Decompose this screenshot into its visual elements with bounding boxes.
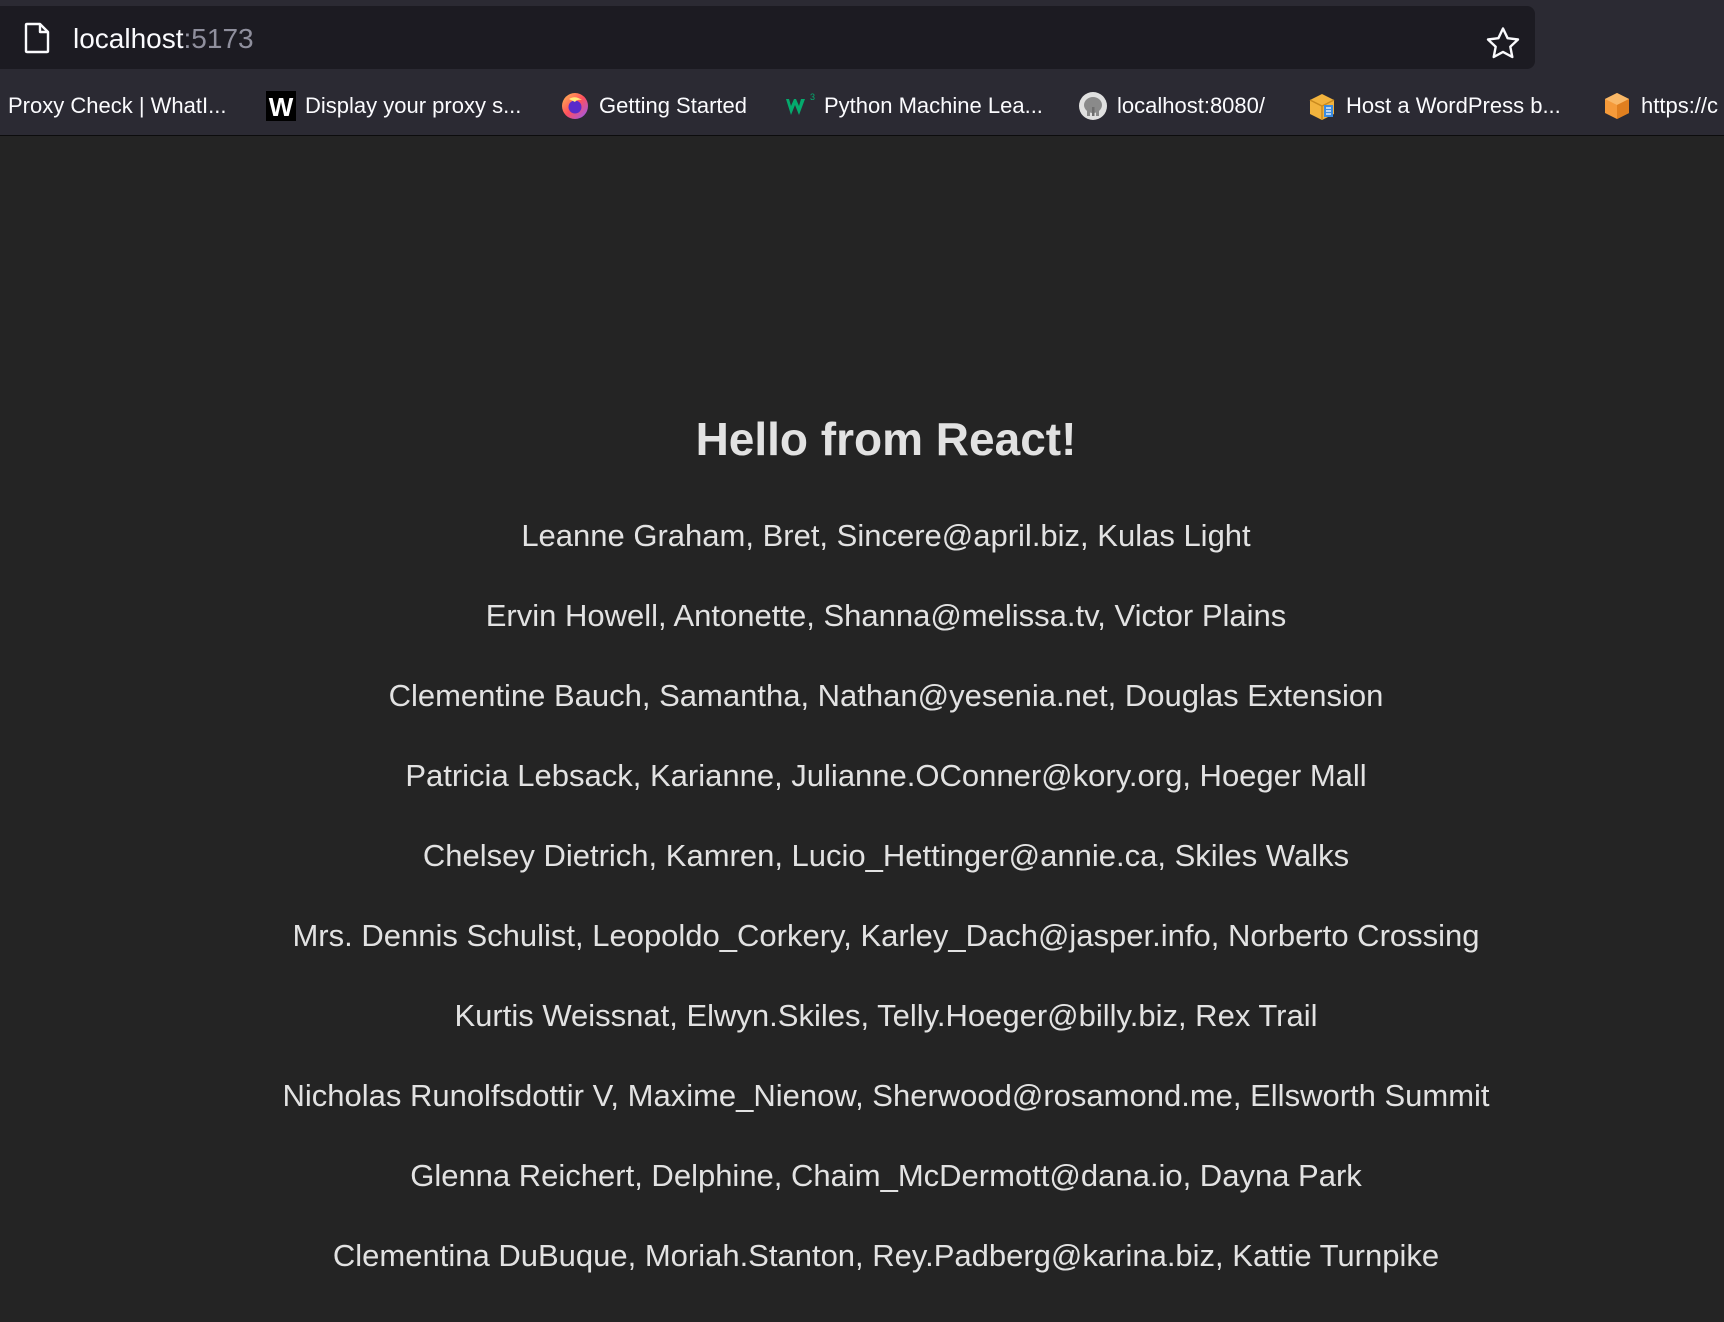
user-row: Nicholas Runolfsdottir V, Maxime_Nienow,… — [282, 1078, 1490, 1113]
w3schools-icon: 3 — [786, 92, 815, 115]
page-title: Hello from React! — [695, 413, 1077, 465]
user-row: Leanne Graham, Bret, Sincere@april.biz, … — [521, 518, 1251, 553]
user-row: Ervin Howell, Antonette, Shanna@melissa.… — [485, 598, 1287, 633]
user-row: Clementina DuBuque, Moriah.Stanton, Rey.… — [332, 1238, 1440, 1273]
bookmarks-toolbar: Proxy Check | WhatI... W Display your pr… — [0, 86, 1724, 126]
user-row: Chelsey Dietrich, Kamren, Lucio_Hettinge… — [422, 838, 1350, 873]
url-host: localhost — [73, 23, 184, 54]
elephant-icon — [1079, 92, 1107, 120]
bookmark-label: Host a WordPress b... — [1346, 93, 1561, 118]
page-icon — [24, 22, 50, 54]
bookmark-https[interactable]: https://c — [1602, 86, 1718, 126]
bookmark-getting-started[interactable]: Getting Started — [560, 86, 747, 126]
box-icon — [1309, 94, 1335, 120]
page-content: Hello from React! Leanne Graham, Bret, S… — [0, 136, 1724, 1322]
url-port: :5173 — [183, 23, 254, 54]
bookmark-star-icon[interactable] — [1485, 26, 1521, 60]
bookmark-label: https://c — [1641, 93, 1719, 118]
globe-icon — [0, 91, 8, 121]
address-bar[interactable]: localhost:5173 — [0, 6, 1535, 69]
bookmark-label: Getting Started — [599, 93, 747, 118]
bookmark-label: Display your proxy s... — [305, 93, 522, 118]
user-row: Clementine Bauch, Samantha, Nathan@yesen… — [388, 678, 1384, 713]
bookmark-label: Proxy Check | WhatI... — [8, 93, 227, 118]
bookmark-label: Python Machine Lea... — [824, 93, 1043, 118]
bookmark-python-ml[interactable]: 3 Python Machine Lea... — [785, 86, 1043, 126]
w-logo-icon: W — [266, 91, 296, 121]
bookmark-proxy-check[interactable]: Proxy Check | WhatI... — [0, 86, 226, 126]
cube-icon — [1605, 93, 1629, 119]
firefox-icon — [562, 93, 588, 119]
svg-text:3: 3 — [810, 92, 815, 102]
user-row: Kurtis Weissnat, Elwyn.Skiles, Telly.Hoe… — [454, 998, 1318, 1033]
user-row: Patricia Lebsack, Karianne, Julianne.OCo… — [405, 758, 1367, 793]
bookmark-display-proxy[interactable]: W Display your proxy s... — [266, 86, 521, 126]
user-row: Glenna Reichert, Delphine, Chaim_McDermo… — [410, 1158, 1362, 1193]
user-row: Mrs. Dennis Schulist, Leopoldo_Corkery, … — [292, 918, 1480, 953]
url-text[interactable]: localhost:5173 — [73, 24, 254, 54]
bookmark-label: localhost:8080/ — [1117, 93, 1265, 118]
bookmark-localhost-8080[interactable]: localhost:8080/ — [1078, 86, 1265, 126]
browser-toolbar: localhost:5173 Proxy Check | WhatI... W … — [0, 0, 1724, 136]
bookmark-host-wordpress[interactable]: Host a WordPress b... — [1307, 86, 1561, 126]
svg-text:W: W — [269, 92, 294, 121]
